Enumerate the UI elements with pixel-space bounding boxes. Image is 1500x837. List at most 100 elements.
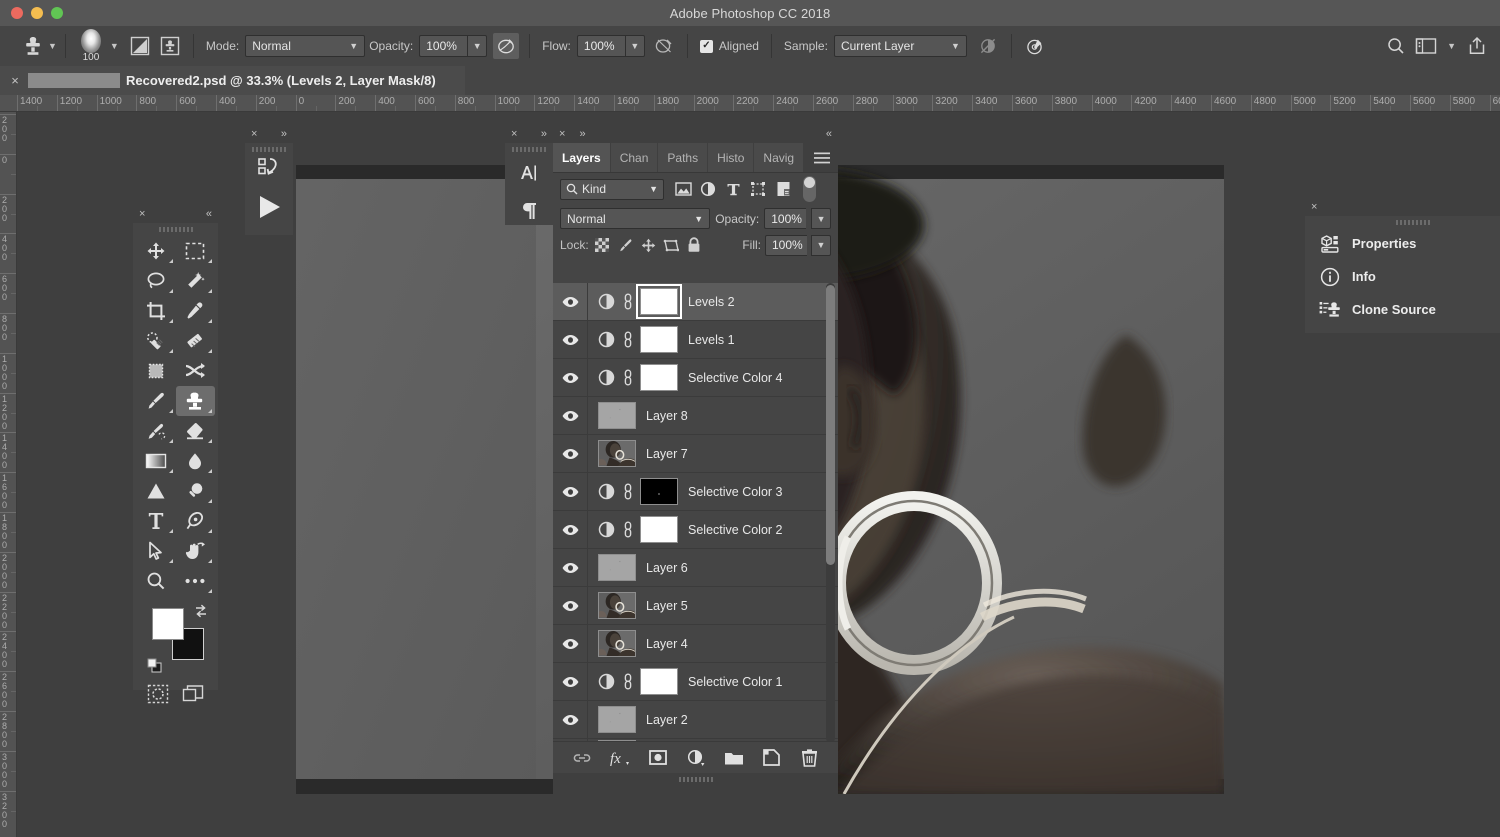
actions-panel[interactable]: × » [245, 125, 293, 235]
tool-rectangular-marquee-tool[interactable] [176, 236, 216, 266]
tools-panel[interactable]: × « [133, 205, 218, 690]
filter-adjustment-icon[interactable] [696, 178, 720, 200]
close-icon[interactable]: × [139, 208, 145, 220]
layer-visibility-toggle[interactable] [553, 397, 588, 434]
filter-type-icon[interactable] [721, 178, 745, 200]
tool-clone-stamp-tool[interactable] [176, 386, 216, 416]
layer-mask-thumbnail[interactable] [640, 478, 678, 505]
layer-style-button[interactable]: fx [609, 747, 631, 769]
layer-body[interactable]: Layer 4 [588, 630, 838, 657]
layer-visibility-toggle[interactable] [553, 511, 588, 548]
character-panel-icon[interactable] [505, 154, 553, 192]
close-icon[interactable]: × [251, 128, 257, 140]
layer-filter-row[interactable]: Kind ▼ [553, 173, 838, 205]
layer-row[interactable]: Selective Color 3 [553, 473, 838, 511]
chevron-down-icon[interactable]: ▼ [48, 42, 57, 51]
tool-blur-tool[interactable] [176, 446, 216, 476]
layer-row[interactable]: Layer 5 [553, 587, 838, 625]
layer-body[interactable]: Selective Color 3 [588, 478, 838, 505]
layer-body[interactable]: Layer 8 [588, 402, 838, 429]
tool-type-tool[interactable] [136, 506, 176, 536]
tool-history-brush-tool[interactable] [136, 416, 176, 446]
document-tab[interactable]: × Recovered2.psd @ 33.3% (Levels 2, Laye… [0, 66, 465, 95]
tool-dodge-burn-tool[interactable] [176, 476, 216, 506]
filter-type-buttons[interactable] [671, 178, 795, 200]
tool-spot-healing-brush-tool[interactable] [136, 326, 176, 356]
dock-item-info[interactable]: Info [1305, 260, 1500, 293]
layer-body[interactable]: Selective Color 1 [588, 668, 838, 695]
layer-name[interactable]: Layer 7 [646, 447, 688, 461]
layer-mask-thumbnail[interactable] [640, 326, 678, 353]
close-icon[interactable]: × [559, 128, 565, 140]
layer-visibility-toggle[interactable] [553, 701, 588, 738]
layer-row[interactable]: Layer 8 [553, 397, 838, 435]
tool-eyedropper-tool[interactable] [176, 296, 216, 326]
aligned-checkbox[interactable]: ✓ Aligned [700, 39, 759, 53]
tool-move-tool[interactable] [136, 236, 176, 266]
filter-shape-icon[interactable] [746, 178, 770, 200]
dock-item-properties[interactable]: Properties [1305, 227, 1500, 260]
layer-body[interactable]: Selective Color 2 [588, 516, 838, 543]
tool-mixer-brush-tool[interactable] [176, 356, 216, 386]
layer-name[interactable]: Layer 8 [646, 409, 688, 423]
link-mask-icon[interactable] [622, 673, 633, 690]
layers-panel-bottombar[interactable]: fx [553, 741, 838, 773]
chevron-down-icon[interactable]: ▼ [1447, 42, 1456, 51]
layer-blend-row[interactable]: Normal ▼ Opacity: 100% ▼ [553, 205, 838, 232]
tool-patch-tool[interactable] [176, 326, 216, 356]
flow-input[interactable]: 100% [577, 35, 625, 57]
layer-visibility-toggle[interactable] [553, 359, 588, 396]
collapse-icon[interactable]: « [826, 128, 832, 140]
layer-body[interactable]: Levels 2 [588, 288, 838, 315]
layer-name[interactable]: Layer 4 [646, 637, 688, 651]
pressure-opacity-toggle[interactable] [493, 33, 519, 59]
sample-select[interactable]: Current Layer ▼ [834, 35, 967, 57]
layer-row[interactable]: Selective Color 1 [553, 663, 838, 701]
play-icon[interactable] [245, 194, 293, 220]
layer-name[interactable]: Levels 2 [688, 295, 735, 309]
quick-mask-icon[interactable] [147, 684, 169, 704]
layer-name[interactable]: Selective Color 3 [688, 485, 783, 499]
layer-visibility-toggle[interactable] [553, 283, 588, 320]
layer-blend-mode-select[interactable]: Normal ▼ [560, 208, 710, 229]
toggle-clone-source-panel-button[interactable] [157, 33, 183, 59]
tool-eraser-tool[interactable] [176, 416, 216, 446]
layer-name[interactable]: Layer 6 [646, 561, 688, 575]
layer-row[interactable]: Layer 6 [553, 549, 838, 587]
screen-mode-icon[interactable] [182, 684, 204, 704]
tool-pen-tool[interactable] [176, 506, 216, 536]
layer-name[interactable]: Selective Color 1 [688, 675, 783, 689]
layer-row[interactable]: Levels 2 [553, 283, 838, 321]
search-button[interactable] [1383, 33, 1409, 59]
layer-row[interactable]: Layer 2 [553, 701, 838, 739]
horizontal-ruler[interactable]: 1400120010008006004002000200400600800100… [0, 95, 1500, 112]
layer-mask-thumbnail[interactable] [640, 516, 678, 543]
default-colors-icon[interactable] [147, 658, 163, 674]
layer-opacity-stepper[interactable]: ▼ [811, 208, 831, 229]
panel-grip[interactable] [1396, 220, 1430, 225]
panel-grip[interactable] [252, 147, 286, 152]
layer-mask-thumbnail[interactable] [640, 364, 678, 391]
new-layer-button[interactable] [761, 747, 783, 769]
brush-preset-picker[interactable]: 100 [74, 28, 108, 64]
share-button[interactable] [1464, 33, 1490, 59]
lock-position-icon[interactable] [639, 235, 658, 255]
tab-paths[interactable]: Paths [658, 143, 707, 172]
lock-all-icon[interactable] [685, 235, 704, 255]
close-icon[interactable]: × [1311, 201, 1317, 213]
tools-bottom-row[interactable] [133, 680, 218, 710]
layer-fill-stepper[interactable]: ▼ [811, 235, 831, 256]
layer-row[interactable]: Selective Color 2 [553, 511, 838, 549]
filter-smartobject-icon[interactable] [771, 178, 795, 200]
layer-visibility-toggle[interactable] [553, 473, 588, 510]
layer-visibility-toggle[interactable] [553, 321, 588, 358]
layers-panel-footer[interactable] [553, 773, 838, 795]
panel-resize-grip[interactable] [679, 777, 713, 782]
layer-row[interactable]: Selective Color 4 [553, 359, 838, 397]
expand-icon[interactable]: » [541, 128, 547, 140]
layer-name[interactable]: Layer 5 [646, 599, 688, 613]
tab-channels[interactable]: Chan [611, 143, 658, 172]
layers-panel-tabstrip[interactable]: Layers Chan Paths Histo Navig [553, 143, 838, 173]
layer-body[interactable]: Layer 2 [588, 706, 838, 733]
close-document-icon[interactable]: × [8, 73, 22, 88]
